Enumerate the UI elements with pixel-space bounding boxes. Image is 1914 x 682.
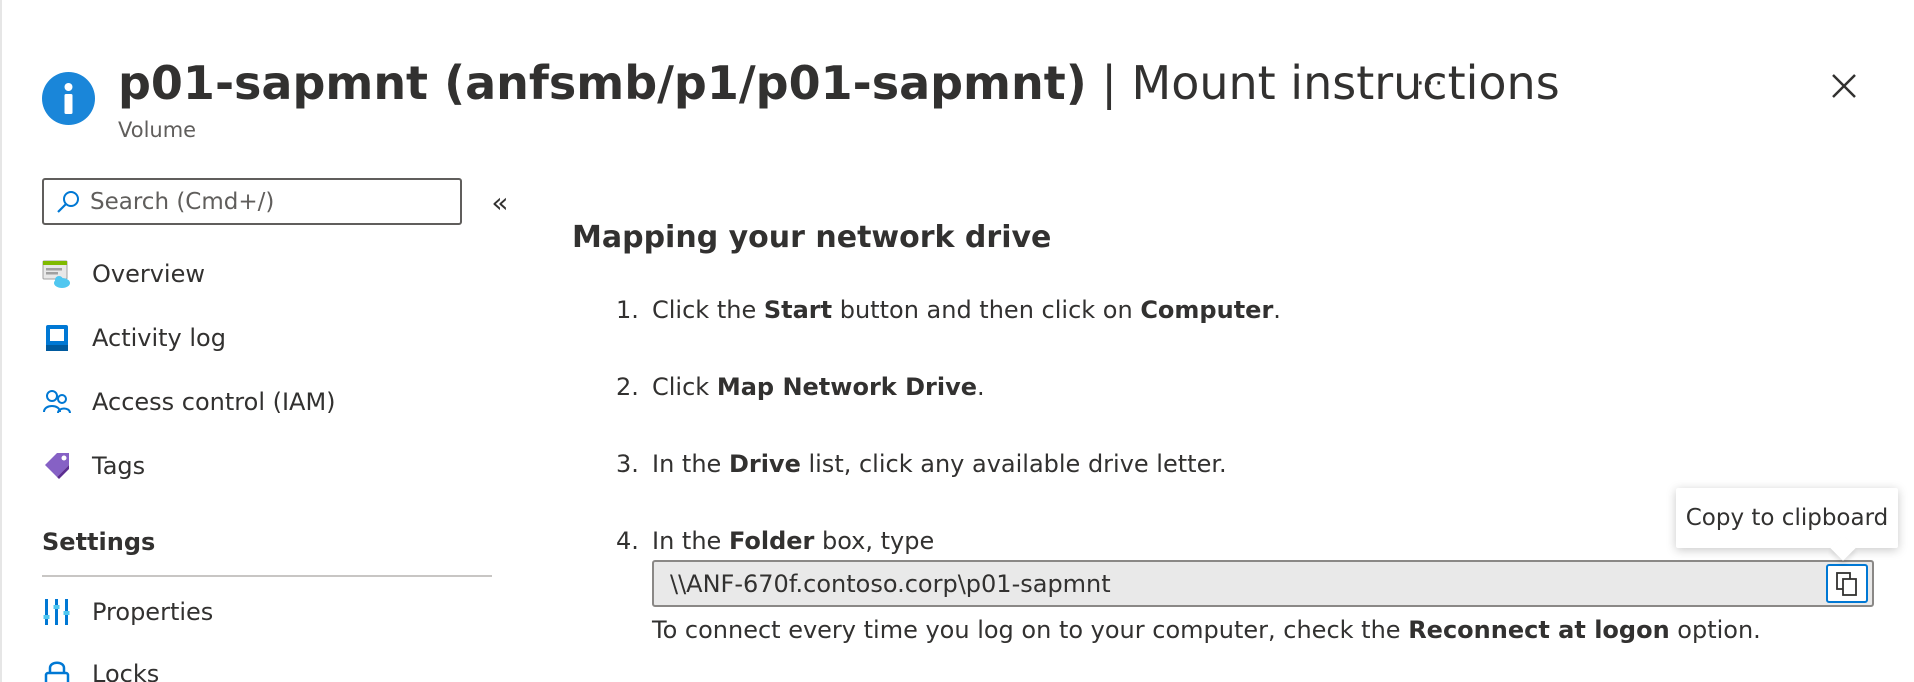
step-text: . [1273, 296, 1281, 324]
tag-icon [42, 451, 72, 481]
step-text: button and then click on [832, 296, 1141, 324]
step-text: box, type [814, 527, 935, 555]
instruction-step-4: 4. In the Folder box, type [616, 527, 934, 555]
sidebar-item-overview[interactable]: Overview [42, 252, 205, 296]
page-title: p01-sapmnt (anfsmb/p1/p01-sapmnt) | Moun… [118, 50, 1560, 116]
copy-tooltip: Copy to clipboard [1676, 488, 1898, 561]
sidebar-item-label: Tags [92, 452, 146, 480]
sidebar-item-label: Properties [92, 598, 214, 626]
reconnect-bold-text: Reconnect at logon [1408, 616, 1670, 644]
collapse-sidebar-button[interactable]: « [484, 186, 516, 219]
step-bold-text: Computer [1140, 296, 1274, 324]
reconnect-instruction: To connect every time you log on to your… [652, 616, 1761, 644]
sidebar-item-label: Access control (IAM) [92, 388, 336, 416]
close-icon [1832, 74, 1856, 98]
search-icon [54, 188, 82, 216]
overview-icon [42, 259, 72, 289]
info-icon [42, 72, 95, 125]
step-bold-text: Folder [728, 527, 815, 555]
step-number: 3. [616, 450, 639, 478]
reconnect-text: option. [1669, 616, 1761, 644]
step-bold-text: Start [763, 296, 833, 324]
settings-divider [42, 575, 492, 577]
sidebar-item-activity-log[interactable]: Activity log [42, 316, 226, 360]
blade-left-border [0, 0, 2, 682]
properties-icon [42, 597, 72, 627]
more-options-button[interactable]: ··· [1410, 66, 1450, 102]
close-button[interactable] [1822, 64, 1866, 108]
copy-icon [1836, 571, 1857, 596]
tooltip-text: Copy to clipboard [1685, 505, 1889, 531]
copy-to-clipboard-button[interactable] [1826, 564, 1868, 603]
sidebar-item-label: Overview [92, 260, 205, 288]
step-bold-text: Map Network Drive [716, 373, 977, 401]
section-name: Mount instructions [1131, 56, 1560, 110]
sidebar-item-access-control[interactable]: Access control (IAM) [42, 380, 336, 424]
search-input[interactable] [90, 188, 450, 215]
step-text: Click the [652, 296, 764, 324]
sidebar-item-locks[interactable]: Locks [42, 652, 159, 682]
settings-heading: Settings [42, 528, 156, 556]
instruction-step-1: 1. Click the Start button and then click … [616, 296, 1281, 324]
access-control-icon [42, 387, 72, 417]
step-bold-text: Drive [728, 450, 801, 478]
main-heading: Mapping your network drive [572, 220, 1052, 255]
step-text: In the [652, 527, 729, 555]
lock-icon [42, 659, 72, 682]
title-separator: | [1101, 56, 1117, 110]
resource-name: p01-sapmnt (anfsmb/p1/p01-sapmnt) [118, 56, 1087, 110]
sidebar-item-label: Activity log [92, 324, 226, 352]
search-box[interactable] [42, 178, 462, 225]
step-text: list, click any available drive letter. [800, 450, 1227, 478]
step-number: 1. [616, 296, 639, 324]
activity-log-icon [42, 323, 72, 353]
step-number: 4. [616, 527, 639, 555]
page-subtitle: Volume [118, 118, 197, 142]
step-number: 2. [616, 373, 639, 401]
sidebar-item-label: Locks [92, 660, 160, 682]
sidebar-item-properties[interactable]: Properties [42, 590, 213, 634]
instruction-step-2: 2. Click Map Network Drive. [616, 373, 985, 401]
step-text: In the [652, 450, 729, 478]
folder-path-field[interactable]: \\ANF-670f.contoso.corp\p01-sapmnt [652, 560, 1874, 607]
sidebar-item-tags[interactable]: Tags [42, 444, 145, 488]
step-text: . [977, 373, 985, 401]
reconnect-text: To connect every time you log on to your… [652, 616, 1409, 644]
step-text: Click [652, 373, 717, 401]
tooltip-arrow [1830, 535, 1856, 561]
instruction-step-3: 3. In the Drive list, click any available… [616, 450, 1227, 478]
folder-path-value[interactable]: \\ANF-670f.contoso.corp\p01-sapmnt [670, 570, 1111, 598]
